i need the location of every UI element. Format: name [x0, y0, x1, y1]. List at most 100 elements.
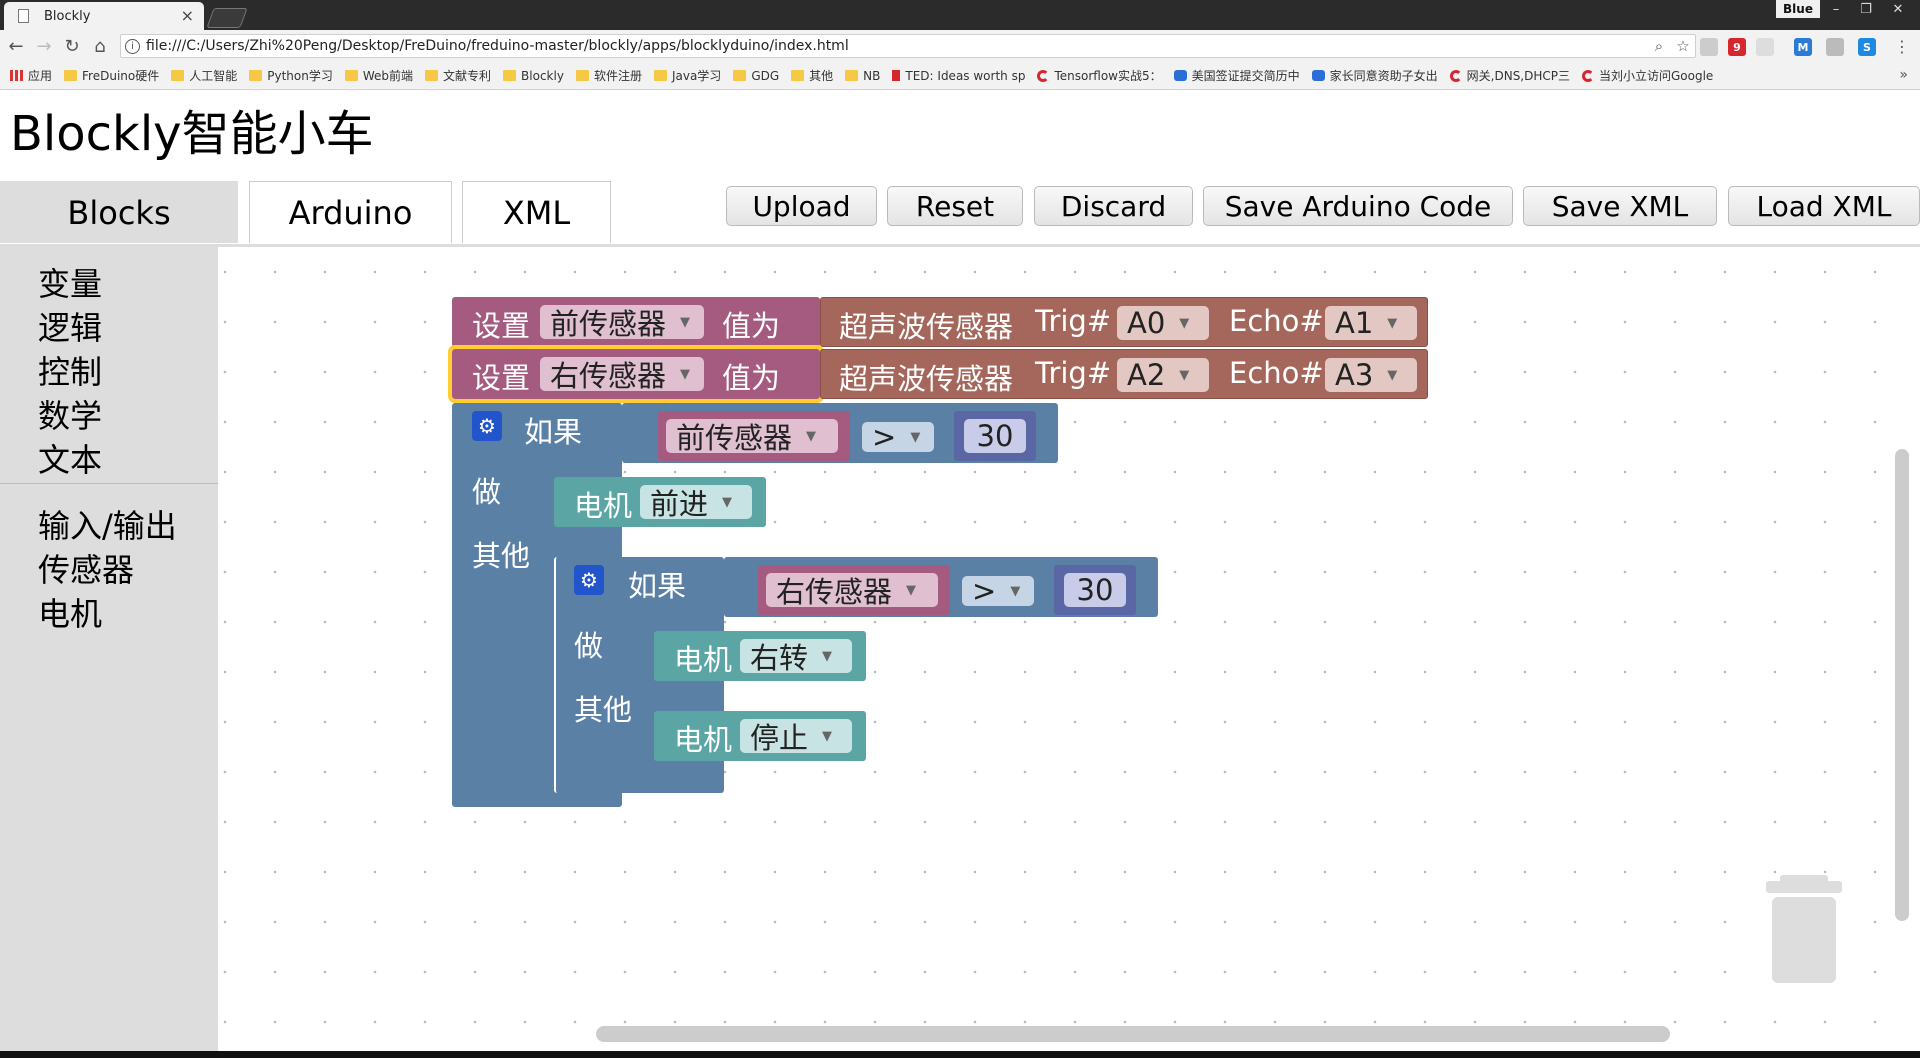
trig-label: Trig#: [1035, 356, 1112, 390]
reset-button[interactable]: Reset: [887, 186, 1023, 226]
bookmark-item[interactable]: 软件注册: [575, 67, 642, 84]
extension-m-icon[interactable]: M: [1794, 38, 1812, 56]
category-sensors[interactable]: 传感器: [38, 545, 134, 591]
motor-block[interactable]: 电机 右转 ▼: [654, 631, 866, 681]
tab-xml[interactable]: XML: [462, 181, 611, 243]
bookmark-item[interactable]: Web前端: [344, 67, 413, 84]
motor-action-dropdown[interactable]: 前进 ▼: [640, 485, 752, 521]
extension-9-icon[interactable]: 9: [1728, 38, 1746, 56]
forward-icon[interactable]: →: [32, 34, 56, 58]
bookmark-item[interactable]: GDG: [733, 69, 779, 83]
bookmark-item[interactable]: 其他: [791, 67, 833, 84]
bookmark-item[interactable]: 网关,DNS,DHCP三: [1449, 67, 1570, 84]
category-motor[interactable]: 电机: [38, 589, 102, 635]
reload-icon[interactable]: ↻: [60, 34, 84, 58]
motor-action-dropdown[interactable]: 右转 ▼: [740, 639, 852, 675]
bookmark-item[interactable]: 文献专利: [425, 67, 491, 84]
bookmarks-overflow-icon[interactable]: »: [1899, 67, 1908, 83]
motor-block[interactable]: 电机 前进 ▼: [554, 477, 766, 527]
menu-icon[interactable]: ⋮: [1890, 34, 1914, 58]
blockly-workspace[interactable]: 变量 逻辑 控制 数学 文本 输入/输出 传感器 电机 设置 前传感器 ▼ 值为 …: [0, 247, 1920, 1051]
ultrasonic-sensor-block[interactable]: 超声波传感器 Trig# A2 ▼ Echo# A3 ▼: [820, 349, 1428, 399]
bookmark-item[interactable]: Blockly: [503, 69, 564, 83]
folder-icon: [503, 70, 517, 81]
profile-button[interactable]: Blue: [1776, 0, 1820, 18]
home-icon[interactable]: ⌂: [88, 34, 112, 58]
upload-button[interactable]: Upload: [726, 186, 877, 226]
new-tab-button[interactable]: [206, 8, 248, 28]
ultrasonic-sensor-block[interactable]: 超声波传感器 Trig# A0 ▼ Echo# A1 ▼: [820, 297, 1428, 347]
extension-pocket-icon[interactable]: [1756, 38, 1774, 56]
vertical-scrollbar[interactable]: [1895, 449, 1909, 921]
tab-blocks[interactable]: Blocks: [0, 181, 238, 243]
horizontal-scrollbar[interactable]: [596, 1026, 1670, 1042]
category-control[interactable]: 控制: [38, 347, 102, 393]
browser-tab-title: Blockly: [44, 8, 91, 24]
browser-tab[interactable]: Blockly ×: [4, 2, 204, 30]
bookmark-item[interactable]: 人工智能: [171, 67, 237, 84]
variable-get-block[interactable]: 前传感器 ▼: [658, 411, 850, 461]
compare-operator-dropdown[interactable]: > ▼: [862, 420, 934, 454]
close-window-icon[interactable]: ✕: [1884, 0, 1912, 18]
minimize-icon[interactable]: –: [1822, 0, 1850, 18]
bookmark-item[interactable]: TED: Ideas worth sp: [892, 69, 1025, 83]
category-logic[interactable]: 逻辑: [38, 303, 102, 349]
bookmark-item[interactable]: Tensorflow实战5：: [1037, 67, 1162, 84]
variable-dropdown[interactable]: 前传感器 ▼: [666, 419, 838, 455]
motor-block[interactable]: 电机 停止 ▼: [654, 711, 866, 761]
trash-can-icon[interactable]: [1766, 875, 1842, 985]
set-variable-block-selected[interactable]: 设置 右传感器 ▼ 值为: [448, 345, 824, 403]
bookmark-item[interactable]: NB: [845, 69, 880, 83]
dropdown-arrow-icon: ▼: [806, 428, 817, 444]
category-text[interactable]: 文本: [38, 435, 102, 481]
variable-dropdown[interactable]: 前传感器 ▼: [540, 305, 704, 341]
number-block[interactable]: 30: [1054, 565, 1136, 615]
bookmark-item[interactable]: 应用: [10, 67, 52, 84]
save-xml-button[interactable]: Save XML: [1523, 186, 1717, 226]
variable-dropdown[interactable]: 右传感器 ▼: [766, 573, 938, 609]
echo-pin-dropdown[interactable]: A1 ▼: [1325, 306, 1417, 340]
trig-pin-dropdown[interactable]: A0 ▼: [1117, 306, 1209, 340]
bookmark-item[interactable]: FreDuino硬件: [64, 67, 159, 84]
bookmark-item[interactable]: Java学习: [653, 67, 721, 84]
star-icon[interactable]: ☆: [1671, 37, 1695, 55]
extension-pdf-icon[interactable]: [1700, 38, 1718, 56]
operator-value: >: [972, 574, 997, 608]
number-field[interactable]: 30: [964, 419, 1026, 453]
tab-close-icon[interactable]: ×: [181, 6, 194, 25]
bookmark-item[interactable]: 家长同意资助子女出: [1311, 67, 1438, 84]
address-bar[interactable]: i file:///C:/Users/Zhi%20Peng/Desktop/Fr…: [120, 34, 1696, 58]
gear-icon[interactable]: ⚙: [574, 565, 604, 595]
bookmark-label: GDG: [751, 68, 780, 83]
set-variable-block[interactable]: 设置 前传感器 ▼ 值为: [452, 297, 820, 347]
motor-label: 电机: [674, 643, 733, 677]
variable-dropdown[interactable]: 右传感器 ▼: [540, 357, 704, 393]
load-xml-button[interactable]: Load XML: [1728, 186, 1920, 226]
echo-pin-dropdown[interactable]: A3 ▼: [1325, 358, 1417, 392]
tab-arduino[interactable]: Arduino: [249, 181, 452, 243]
ultrasonic-label: 超声波传感器: [839, 362, 1014, 396]
compare-operator-dropdown[interactable]: > ▼: [962, 574, 1034, 608]
gear-icon[interactable]: ⚙: [472, 411, 502, 441]
extension-gear-icon[interactable]: [1826, 38, 1844, 56]
back-icon[interactable]: ←: [4, 34, 28, 58]
category-math[interactable]: 数学: [38, 391, 102, 437]
number-field[interactable]: 30: [1064, 573, 1126, 607]
restore-icon[interactable]: ❐: [1852, 0, 1880, 18]
category-variables[interactable]: 变量: [38, 259, 102, 305]
zoom-icon[interactable]: ⌕: [1647, 37, 1671, 55]
variable-get-block[interactable]: 右传感器 ▼: [758, 565, 950, 615]
bookmark-item[interactable]: Python学习: [249, 67, 333, 84]
variable-name: 右传感器: [776, 575, 893, 609]
save-arduino-code-button[interactable]: Save Arduino Code: [1203, 186, 1513, 226]
extension-s-icon[interactable]: S: [1858, 38, 1876, 56]
info-icon[interactable]: i: [125, 38, 140, 54]
bookmark-item[interactable]: 美国签证提交简历中: [1173, 67, 1300, 84]
category-io[interactable]: 输入/输出: [38, 501, 177, 547]
bookmark-label: 软件注册: [593, 69, 642, 83]
motor-action-dropdown[interactable]: 停止 ▼: [740, 719, 852, 755]
discard-button[interactable]: Discard: [1034, 186, 1193, 226]
bookmark-item[interactable]: 当刘小立访问Google: [1582, 67, 1713, 84]
number-block[interactable]: 30: [954, 411, 1036, 461]
trig-pin-dropdown[interactable]: A2 ▼: [1117, 358, 1209, 392]
